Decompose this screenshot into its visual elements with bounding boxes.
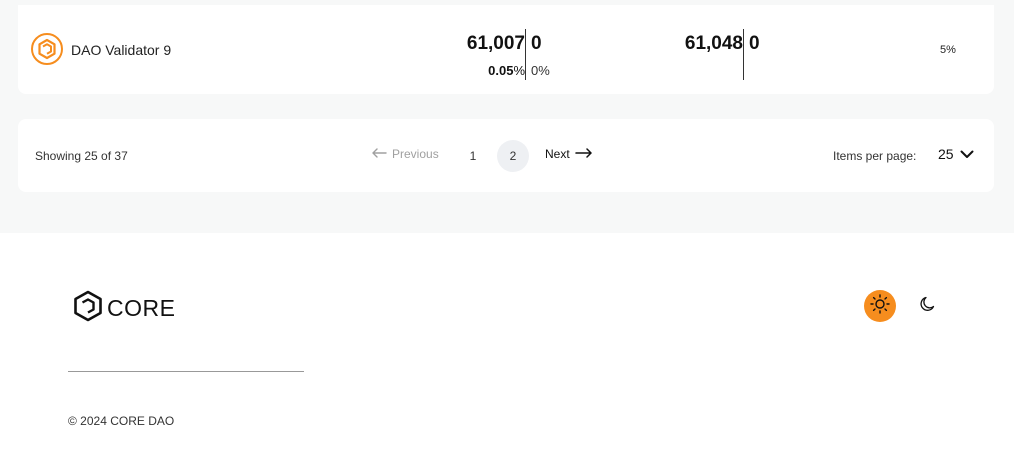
arrow-right-icon [574, 147, 593, 161]
dark-theme-button[interactable] [912, 290, 944, 322]
arrow-left-icon [371, 147, 387, 161]
page-1-button[interactable]: 1 [457, 140, 489, 172]
sun-icon [870, 293, 890, 319]
items-per-page-label: Items per page: [833, 149, 917, 163]
showing-count: Showing 25 of 37 [35, 149, 128, 163]
staked-core-percent: 0.05% [488, 63, 525, 78]
footer-logo[interactable]: CORE [73, 290, 175, 327]
power-value: 61,048 [684, 33, 743, 54]
chevron-down-icon [960, 146, 974, 162]
previous-button[interactable]: Previous [371, 147, 439, 161]
footer-divider [68, 371, 304, 372]
validator-core-icon [31, 33, 63, 65]
staked-percent-sign: % [513, 63, 525, 78]
pagination-bar: Showing 25 of 37 Previous 1 2 Next Items… [18, 119, 994, 192]
divider [525, 29, 526, 80]
items-per-page-value: 25 [938, 146, 954, 162]
staked-percent-number: 0.05 [488, 63, 514, 78]
power-right-value: 0 [749, 33, 760, 54]
previous-label: Previous [392, 147, 439, 161]
copyright-text: © 2024 CORE DAO [68, 414, 175, 428]
validators-section: DAO Validator 9 61,007 0.05% 0 0% 61,048… [0, 0, 1014, 233]
logo-text: CORE [107, 295, 176, 321]
commission-value: 5% [940, 44, 956, 56]
next-button[interactable]: Next [545, 147, 593, 161]
table-row[interactable]: DAO Validator 9 61,007 0.05% 0 0% 61,048… [18, 5, 994, 94]
staked-core-value: 61,007 [466, 33, 525, 54]
items-per-page-select[interactable]: 25 [938, 146, 974, 162]
page-2-button[interactable]: 2 [497, 140, 529, 172]
staked-core-right-value: 0 [531, 33, 542, 54]
validator-name[interactable]: DAO Validator 9 [71, 42, 171, 58]
core-logo-icon [73, 290, 103, 327]
light-theme-button[interactable] [864, 290, 896, 322]
divider [743, 29, 744, 80]
staked-core-right-percent: 0% [531, 63, 550, 78]
next-label: Next [545, 147, 570, 161]
moon-icon [919, 295, 937, 318]
